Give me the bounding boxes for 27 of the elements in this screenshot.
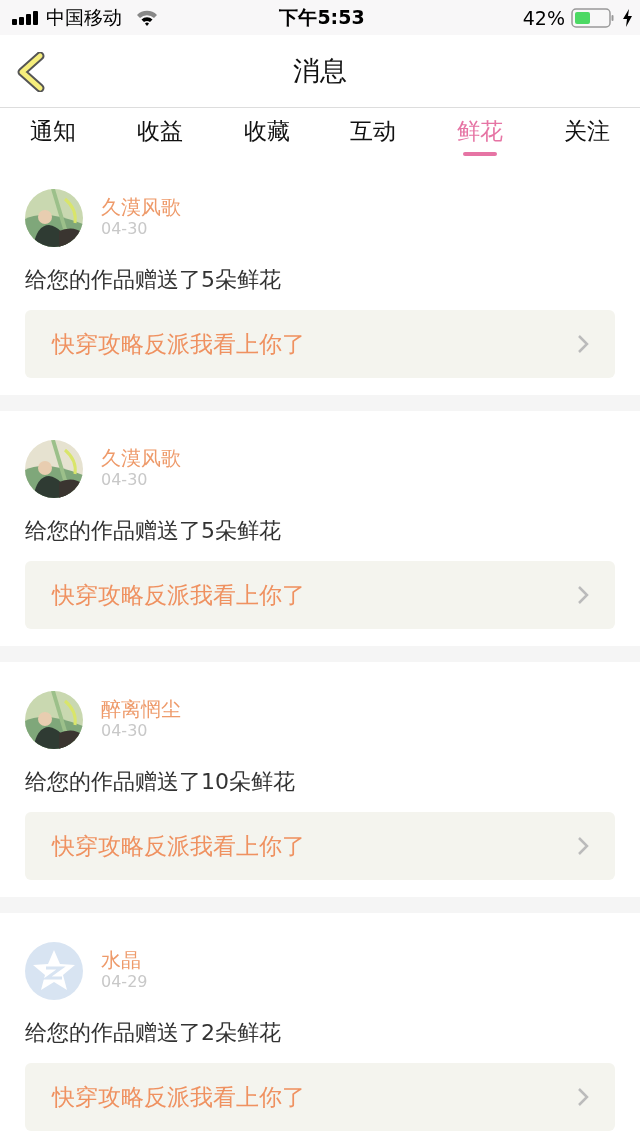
signal-icon	[12, 10, 40, 25]
carrier-name: 中国移动	[46, 4, 122, 30]
chevron-right-icon	[577, 585, 589, 605]
charging-icon	[623, 8, 632, 27]
clock-time: 下午5:53	[279, 4, 365, 30]
sender-name: 醉离惘尘	[101, 697, 181, 721]
chevron-right-icon	[577, 334, 589, 354]
tab[interactable]: 收藏	[213, 108, 320, 160]
message-text: 给您的作品赠送了2朵鲜花	[25, 1020, 282, 1046]
page-title: 消息	[293, 54, 347, 88]
battery-icon	[571, 7, 617, 28]
battery-percent: 42%	[522, 6, 565, 29]
back-chevron-icon	[16, 52, 46, 92]
sender-name: 久漠风歌	[101, 195, 181, 219]
tab[interactable]: 互动	[320, 108, 427, 160]
tab[interactable]: 收益	[106, 108, 214, 160]
message-text: 给您的作品赠送了5朵鲜花	[25, 518, 282, 544]
chevron-right-icon	[577, 836, 589, 856]
tab[interactable]: 通知	[0, 108, 107, 160]
chevron-right-icon	[577, 1087, 589, 1107]
message-text: 给您的作品赠送了5朵鲜花	[25, 267, 282, 293]
message-text: 给您的作品赠送了10朵鲜花	[25, 769, 296, 795]
sender-name: 水晶	[101, 948, 142, 972]
sender-name: 久漠风歌	[101, 446, 181, 470]
default-avatar-icon	[25, 942, 83, 1000]
wifi-icon	[136, 9, 158, 26]
tab[interactable]: 关注	[533, 108, 640, 160]
